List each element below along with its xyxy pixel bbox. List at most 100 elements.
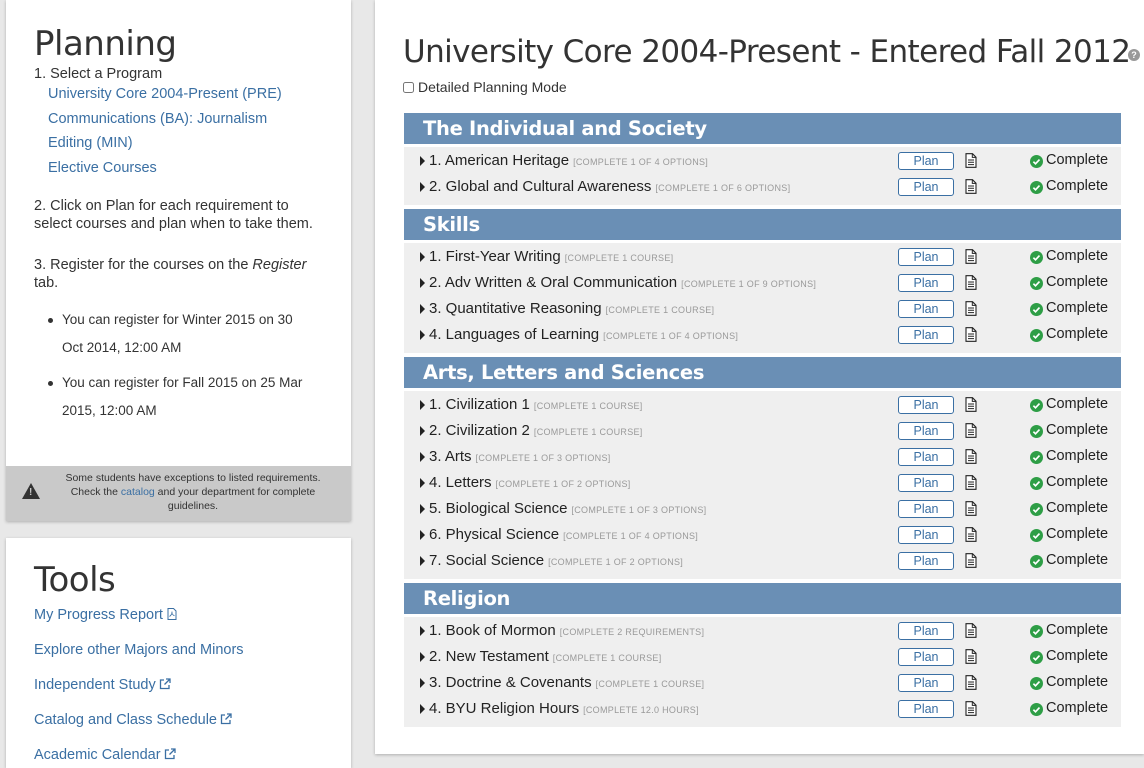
requirement-row[interactable]: 1. American Heritage [COMPLETE 1 OF 4 OPT… bbox=[404, 148, 1121, 174]
document-icon[interactable] bbox=[965, 179, 977, 194]
expand-caret-icon[interactable] bbox=[420, 626, 425, 636]
requirement-hint: [COMPLETE 12.0 HOURS] bbox=[583, 705, 699, 715]
plan-button[interactable]: Plan bbox=[898, 674, 954, 692]
plan-button[interactable]: Plan bbox=[898, 648, 954, 666]
requirement-row[interactable]: 3. Quantitative Reasoning [COMPLETE 1 COU… bbox=[404, 296, 1121, 322]
plan-button[interactable]: Plan bbox=[898, 500, 954, 518]
document-icon[interactable] bbox=[965, 501, 977, 516]
plan-button[interactable]: Plan bbox=[898, 474, 954, 492]
expand-caret-icon[interactable] bbox=[420, 452, 425, 462]
detailed-planning-mode-checkbox[interactable] bbox=[403, 82, 414, 93]
requirement-name[interactable]: 3. Arts [COMPLETE 1 OF 3 OPTIONS] bbox=[429, 448, 611, 465]
document-icon[interactable] bbox=[965, 249, 977, 264]
requirement-row[interactable]: 5. Biological Science [COMPLETE 1 OF 3 OP… bbox=[404, 496, 1121, 522]
expand-caret-icon[interactable] bbox=[420, 556, 425, 566]
plan-button[interactable]: Plan bbox=[898, 326, 954, 344]
requirement-name[interactable]: 2. Global and Cultural Awareness [COMPLET… bbox=[429, 178, 790, 195]
expand-caret-icon[interactable] bbox=[420, 330, 425, 340]
expand-caret-icon[interactable] bbox=[420, 426, 425, 436]
document-icon[interactable] bbox=[965, 527, 977, 542]
document-icon[interactable] bbox=[965, 301, 977, 316]
plan-button[interactable]: Plan bbox=[898, 178, 954, 196]
document-icon[interactable] bbox=[965, 475, 977, 490]
plan-button[interactable]: Plan bbox=[898, 152, 954, 170]
document-icon[interactable] bbox=[965, 675, 977, 690]
plan-button[interactable]: Plan bbox=[898, 700, 954, 718]
expand-caret-icon[interactable] bbox=[420, 652, 425, 662]
requirement-row[interactable]: 2. Civilization 2 [COMPLETE 1 COURSE] Plan… bbox=[404, 418, 1121, 444]
expand-caret-icon[interactable] bbox=[420, 478, 425, 488]
document-icon[interactable] bbox=[965, 397, 977, 412]
program-link-elective-courses[interactable]: Elective Courses bbox=[48, 160, 157, 176]
requirement-name[interactable]: 6. Physical Science [COMPLETE 1 OF 4 OPTI… bbox=[429, 526, 698, 543]
requirement-row[interactable]: 4. Languages of Learning [COMPLETE 1 OF 4… bbox=[404, 322, 1121, 348]
document-icon[interactable] bbox=[965, 449, 977, 464]
document-icon[interactable] bbox=[965, 423, 977, 438]
requirement-row[interactable]: 2. Global and Cultural Awareness [COMPLET… bbox=[404, 174, 1121, 200]
requirement-row[interactable]: 3. Doctrine & Covenants [COMPLETE 1 COURS… bbox=[404, 670, 1121, 696]
plan-button[interactable]: Plan bbox=[898, 248, 954, 266]
requirement-name[interactable]: 2. Adv Written & Oral Communication [COMP… bbox=[429, 274, 816, 291]
requirement-row[interactable]: 6. Physical Science [COMPLETE 1 OF 4 OPTI… bbox=[404, 522, 1121, 548]
requirement-row[interactable]: 2. Adv Written & Oral Communication [COMP… bbox=[404, 270, 1121, 296]
requirement-name[interactable]: 1. Book of Mormon [COMPLETE 2 REQUIREMENT… bbox=[429, 622, 704, 639]
expand-caret-icon[interactable] bbox=[420, 678, 425, 688]
document-icon[interactable] bbox=[965, 153, 977, 168]
document-icon[interactable] bbox=[965, 701, 977, 716]
plan-button[interactable]: Plan bbox=[898, 274, 954, 292]
requirement-name[interactable]: 3. Quantitative Reasoning [COMPLETE 1 COU… bbox=[429, 300, 714, 317]
requirement-row[interactable]: 2. New Testament [COMPLETE 1 COURSE] Plan C… bbox=[404, 644, 1121, 670]
expand-caret-icon[interactable] bbox=[420, 400, 425, 410]
requirement-name[interactable]: 5. Biological Science [COMPLETE 1 OF 3 OP… bbox=[429, 500, 706, 517]
requirement-name[interactable]: 7. Social Science [COMPLETE 1 OF 2 OPTION… bbox=[429, 552, 683, 569]
expand-caret-icon[interactable] bbox=[420, 156, 425, 166]
document-icon[interactable] bbox=[965, 275, 977, 290]
tool-link-independent-study[interactable]: Independent Study bbox=[34, 677, 171, 693]
requirement-name[interactable]: 4. BYU Religion Hours [COMPLETE 12.0 HOUR… bbox=[429, 700, 699, 717]
requirement-row[interactable]: 3. Arts [COMPLETE 1 OF 3 OPTIONS] Plan Comp… bbox=[404, 444, 1121, 470]
program-link-editing[interactable]: Editing (MIN) bbox=[48, 135, 133, 151]
requirement-row[interactable]: 4. Letters [COMPLETE 1 OF 2 OPTIONS] Plan C… bbox=[404, 470, 1121, 496]
document-icon[interactable] bbox=[965, 623, 977, 638]
plan-button[interactable]: Plan bbox=[898, 300, 954, 318]
expand-caret-icon[interactable] bbox=[420, 304, 425, 314]
expand-caret-icon[interactable] bbox=[420, 278, 425, 288]
requirement-name[interactable]: 2. Civilization 2 [COMPLETE 1 COURSE] bbox=[429, 422, 643, 439]
requirement-name[interactable]: 1. American Heritage [COMPLETE 1 OF 4 OPT… bbox=[429, 152, 708, 169]
plan-button[interactable]: Plan bbox=[898, 552, 954, 570]
help-icon[interactable]: ? bbox=[1128, 49, 1140, 61]
requirement-name[interactable]: 4. Languages of Learning [COMPLETE 1 OF 4… bbox=[429, 326, 738, 343]
detailed-planning-mode-toggle[interactable]: Detailed Planning Mode bbox=[403, 79, 567, 95]
expand-caret-icon[interactable] bbox=[420, 704, 425, 714]
expand-caret-icon[interactable] bbox=[420, 252, 425, 262]
plan-button[interactable]: Plan bbox=[898, 396, 954, 414]
requirement-row[interactable]: 4. BYU Religion Hours [COMPLETE 12.0 HOUR… bbox=[404, 696, 1121, 722]
tool-link-explore-majors[interactable]: Explore other Majors and Minors bbox=[34, 642, 244, 658]
plan-button[interactable]: Plan bbox=[898, 422, 954, 440]
expand-caret-icon[interactable] bbox=[420, 504, 425, 514]
document-icon[interactable] bbox=[965, 649, 977, 664]
tool-link-catalog-schedule[interactable]: Catalog and Class Schedule bbox=[34, 712, 232, 728]
requirement-row[interactable]: 1. Civilization 1 [COMPLETE 1 COURSE] Plan… bbox=[404, 392, 1121, 418]
requirement-row[interactable]: 1. Book of Mormon [COMPLETE 2 REQUIREMENT… bbox=[404, 618, 1121, 644]
requirement-title: 5. Biological Science bbox=[429, 500, 568, 517]
tool-link-academic-calendar[interactable]: Academic Calendar bbox=[34, 747, 176, 763]
document-icon[interactable] bbox=[965, 327, 977, 342]
plan-button[interactable]: Plan bbox=[898, 526, 954, 544]
program-link-university-core[interactable]: University Core 2004-Present (PRE) bbox=[48, 86, 282, 102]
requirement-name[interactable]: 2. New Testament [COMPLETE 1 COURSE] bbox=[429, 648, 662, 665]
program-link-communications[interactable]: Communications (BA): Journalism bbox=[48, 111, 267, 127]
plan-button[interactable]: Plan bbox=[898, 622, 954, 640]
expand-caret-icon[interactable] bbox=[420, 530, 425, 540]
requirement-name[interactable]: 3. Doctrine & Covenants [COMPLETE 1 COURS… bbox=[429, 674, 704, 691]
requirement-name[interactable]: 1. First-Year Writing [COMPLETE 1 COURSE] bbox=[429, 248, 673, 265]
tool-link-progress-report[interactable]: My Progress Report bbox=[34, 607, 178, 623]
catalog-link[interactable]: catalog bbox=[121, 486, 155, 498]
document-icon[interactable] bbox=[965, 553, 977, 568]
requirement-name[interactable]: 4. Letters [COMPLETE 1 OF 2 OPTIONS] bbox=[429, 474, 631, 491]
plan-button[interactable]: Plan bbox=[898, 448, 954, 466]
requirement-row[interactable]: 7. Social Science [COMPLETE 1 OF 2 OPTION… bbox=[404, 548, 1121, 574]
expand-caret-icon[interactable] bbox=[420, 182, 425, 192]
requirement-name[interactable]: 1. Civilization 1 [COMPLETE 1 COURSE] bbox=[429, 396, 643, 413]
requirement-row[interactable]: 1. First-Year Writing [COMPLETE 1 COURSE]… bbox=[404, 244, 1121, 270]
